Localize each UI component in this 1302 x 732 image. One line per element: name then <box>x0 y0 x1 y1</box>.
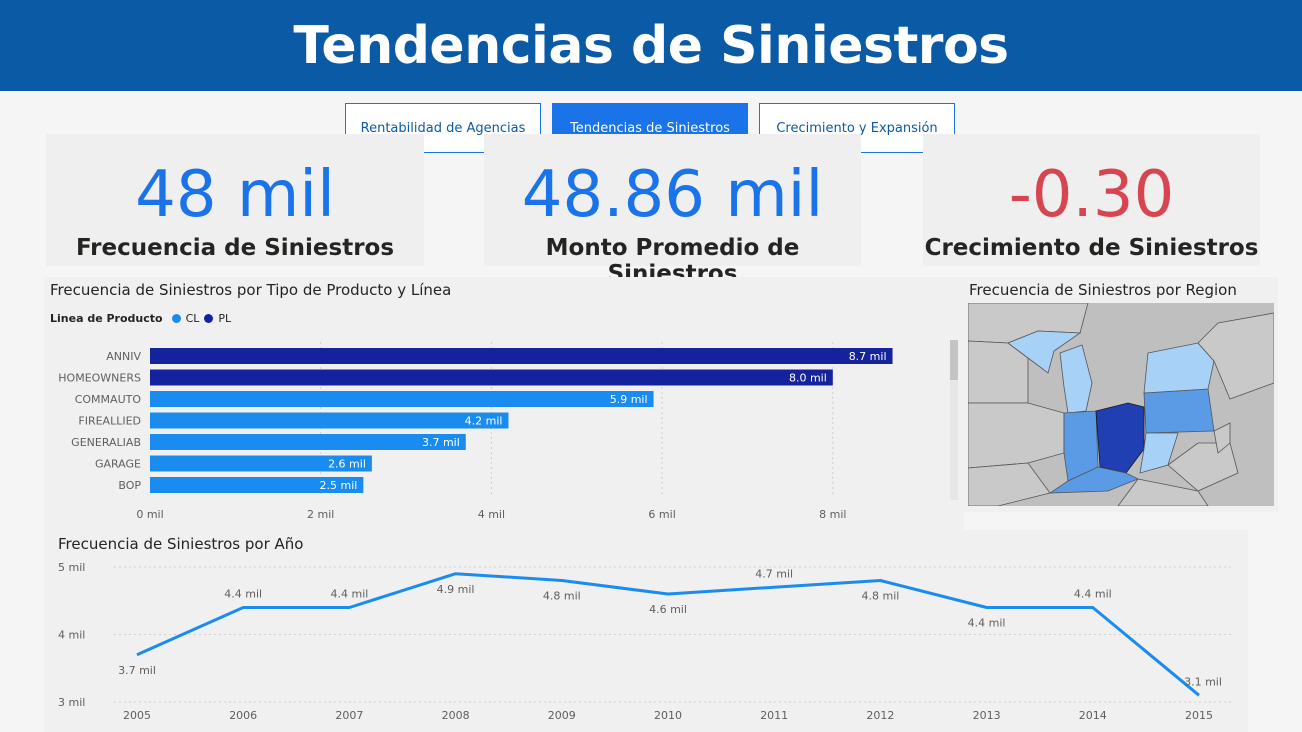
legend-label-cl[interactable]: CL <box>186 312 200 325</box>
map-title: Frecuencia de Siniestros por Region <box>969 281 1237 299</box>
x-tick-label: 2008 <box>442 709 470 722</box>
legend-dot-pl <box>204 314 214 323</box>
data-label: 4.6 mil <box>649 603 687 616</box>
data-label: 4.8 mil <box>861 590 899 603</box>
x-tick-label: 2009 <box>548 709 576 722</box>
data-label: 8.0 mil <box>789 372 827 385</box>
data-label: 4.4 mil <box>224 588 262 601</box>
x-tick-label: 4 mil <box>478 508 505 521</box>
category-label: ANNIV <box>106 350 141 363</box>
x-tick-label: 2014 <box>1079 709 1107 722</box>
bar <box>150 412 509 429</box>
bar-chart-title: Frecuencia de Siniestros por Tipo de Pro… <box>50 281 452 299</box>
data-label: 4.7 mil <box>755 567 793 580</box>
data-label: 4.2 mil <box>465 415 503 428</box>
data-label: 4.4 mil <box>330 588 368 601</box>
category-label: BOP <box>118 479 141 492</box>
category-label: GARAGE <box>95 458 141 471</box>
data-label: 3.7 mil <box>118 664 156 677</box>
x-tick-label: 2 mil <box>307 508 334 521</box>
x-tick-label: 0 mil <box>136 508 163 521</box>
scrollbar-thumb[interactable] <box>950 340 958 380</box>
data-label: 2.6 mil <box>328 458 366 471</box>
x-tick-label: 2007 <box>335 709 363 722</box>
category-label: FIREALLIED <box>78 415 141 428</box>
page-title: Tendencias de Siniestros <box>293 15 1009 76</box>
kpi-card-monto: 48.86 mil Monto Promedio de Siniestros <box>484 134 861 287</box>
bar <box>150 369 833 386</box>
data-label: 5.9 mil <box>610 393 648 406</box>
x-tick-label: 2005 <box>123 709 151 722</box>
x-tick-label: 2010 <box>654 709 682 722</box>
category-label: COMMAUTO <box>75 393 142 406</box>
kpi-value: 48 mil <box>135 158 335 232</box>
kpi-card-crecimiento: -0.30 Crecimiento de Siniestros <box>923 134 1260 266</box>
data-label: 2.5 mil <box>320 479 358 492</box>
y-tick-label: 4 mil <box>58 629 85 642</box>
bar-chart-legend: Linea de Producto CL PL <box>50 312 231 325</box>
category-label: HOMEOWNERS <box>58 372 141 385</box>
map-region <box>1143 388 1215 434</box>
x-tick-label: 2015 <box>1185 709 1213 722</box>
data-label: 4.4 mil <box>1074 588 1112 601</box>
legend-label-pl[interactable]: PL <box>218 312 231 325</box>
region-map[interactable] <box>968 303 1274 506</box>
y-tick-label: 3 mil <box>58 696 85 709</box>
kpi-label: Crecimiento de Siniestros <box>924 235 1259 261</box>
bar <box>150 348 893 364</box>
scrollbar-track[interactable] <box>950 340 958 500</box>
x-tick-label: 2006 <box>229 709 257 722</box>
data-label: 4.4 mil <box>968 617 1006 630</box>
data-label: 4.8 mil <box>543 590 581 603</box>
y-tick-label: 5 mil <box>58 561 85 574</box>
x-tick-label: 8 mil <box>819 508 846 521</box>
kpi-value: 48.86 mil <box>521 158 824 232</box>
header-banner: Tendencias de Siniestros <box>0 0 1302 91</box>
legend-title: Linea de Producto <box>50 312 163 325</box>
x-tick-label: 2012 <box>866 709 894 722</box>
x-tick-label: 2011 <box>760 709 788 722</box>
legend-dot-cl <box>171 314 181 323</box>
kpi-value: -0.30 <box>1008 158 1175 232</box>
x-tick-label: 6 mil <box>648 508 675 521</box>
line-chart: 3 mil 4 mil 5 mil 3.7 mil 2005 4.4 mil 2006 4.4… <box>58 561 1234 722</box>
line-chart-title: Frecuencia de Siniestros por Año <box>58 535 304 553</box>
data-label: 4.9 mil <box>437 583 475 596</box>
data-label: 8.7 mil <box>849 350 887 363</box>
bar <box>150 434 466 450</box>
data-label: 3.1 mil <box>1184 675 1222 688</box>
x-tick-label: 2013 <box>973 709 1001 722</box>
bar-chart: 0 mil 2 mil 4 mil 6 mil 8 mil ANNIV 8.7 mil HOM… <box>58 342 893 521</box>
data-label: 3.7 mil <box>422 436 460 449</box>
category-label: GENERALIAB <box>71 436 141 449</box>
bar <box>150 391 654 407</box>
kpi-label: Frecuencia de Siniestros <box>75 235 395 261</box>
kpi-card-frecuencia: 48 mil Frecuencia de Siniestros <box>46 134 424 266</box>
